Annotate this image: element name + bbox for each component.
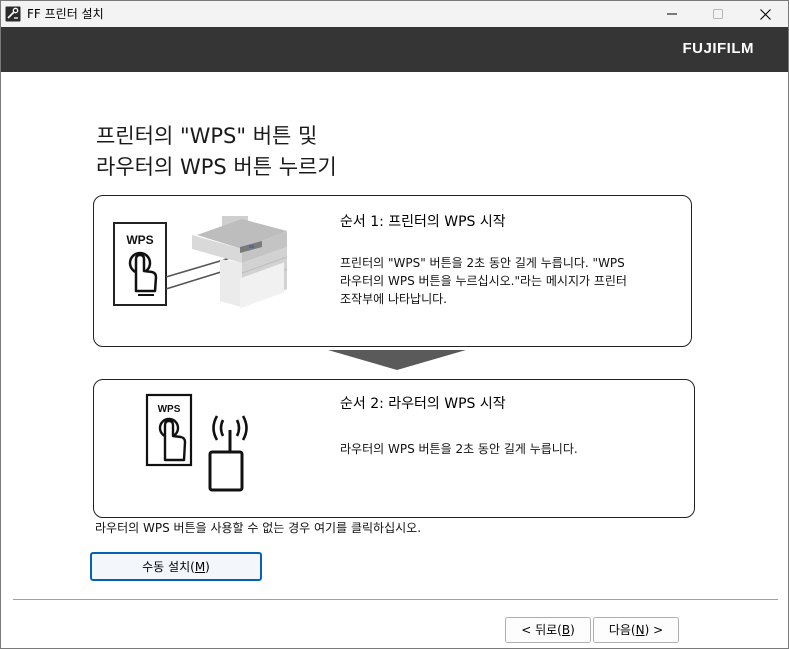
manual-install-note: 라우터의 WPS 버튼을 사용할 수 없는 경우 여기를 클릭하십시오. [95,521,422,535]
page-heading: 프린터의 "WPS" 버튼 및 라우터의 WPS 버튼 누르기 [96,121,337,183]
wps-label-2: WPS [158,404,181,415]
brand-bar: FUJIFILM [1,27,788,72]
step-1-title: 순서 1: 프린터의 WPS 시작 [340,214,506,230]
manual-install-button[interactable]: 수동 설치(M) [90,552,262,581]
down-arrow-icon [328,350,466,370]
manual-install-label-prefix: 수동 설치( [142,559,195,574]
close-button[interactable] [742,1,788,27]
maximize-button [695,1,741,27]
back-accesskey: B [561,623,571,637]
window-title: FF 프린터 설치 [27,7,104,21]
minimize-icon [667,13,677,15]
installer-window: FF 프린터 설치 FUJIFILM 프린터의 "WPS" 버튼 및 라우터의 … [0,0,789,649]
manual-install-label-suffix: ) [205,559,210,574]
next-label-suffix: ) > [644,623,664,637]
router-wps-illustration: WPS [145,393,248,492]
printer-wps-illustration: WPS [113,216,288,309]
footer-separator [13,599,778,600]
step-1-panel: WPS 순서 1: 프린터의 WPS 시작 프린터의 "WPS" 버튼을 2초 … [93,195,692,347]
title-bar[interactable]: FF 프린터 설치 [1,1,788,27]
next-button[interactable]: 다음(N) > [593,617,679,643]
manual-install-accesskey: M [194,559,206,574]
step-2-description: 라우터의 WPS 버튼을 2초 동안 길게 누릅니다. [340,442,578,456]
heading-line-2: 라우터의 WPS 버튼 누르기 [96,155,337,179]
step-1-description: 프린터의 "WPS" 버튼을 2초 동안 길게 누릅니다. "WPS 라우터의 … [340,256,627,306]
minimize-button[interactable] [649,1,695,27]
step-2-title: 순서 2: 라우터의 WPS 시작 [340,396,506,412]
step-2-panel: WPS 순서 2: 라우터의 WPS 시작 라우터의 WPS 버튼을 2초 동안… [93,379,695,518]
heading-line-1: 프린터의 "WPS" 버튼 및 [96,124,318,148]
maximize-icon [713,9,723,19]
next-label-prefix: 다음( [608,623,636,637]
back-label-prefix: < 뒤로( [521,623,562,637]
back-button[interactable]: < 뒤로(B) [505,617,591,643]
close-icon [759,8,771,20]
back-label-suffix: ) [570,623,575,637]
fujifilm-logo: FUJIFILM [682,40,754,57]
next-accesskey: N [635,623,645,637]
app-icon [5,6,21,22]
wps-label-1: WPS [126,233,153,247]
